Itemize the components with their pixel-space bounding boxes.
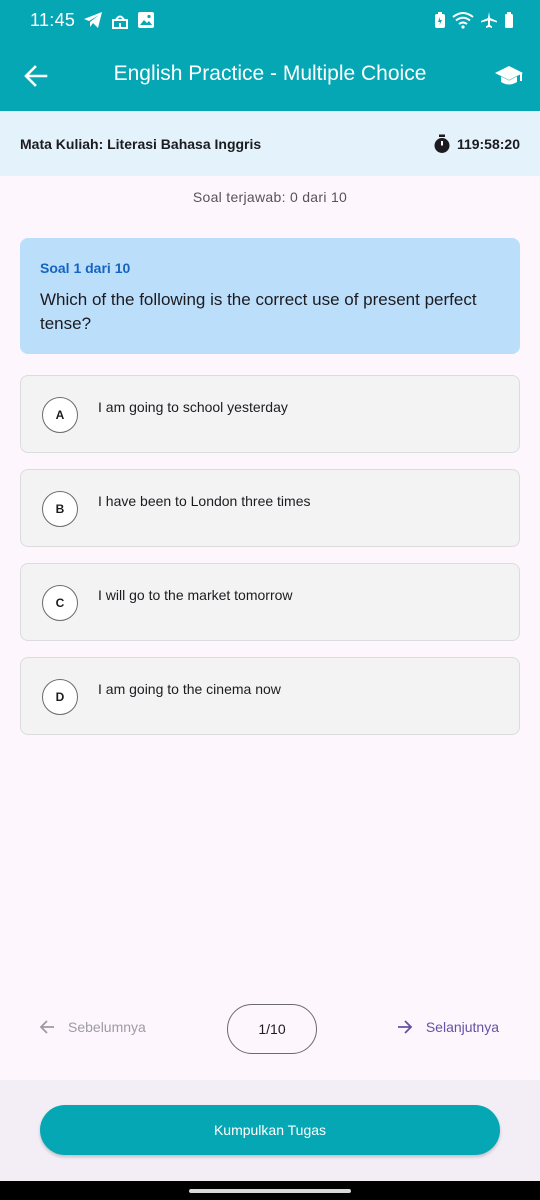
- question-card: Soal 1 dari 10 Which of the following is…: [20, 238, 520, 354]
- status-left: 11:45: [30, 10, 155, 31]
- option-a[interactable]: A I am going to school yesterday: [20, 375, 520, 453]
- countdown-timer: 119:58:20: [433, 134, 520, 154]
- answered-count: Soal terjawab: 0 dari 10: [192, 189, 348, 205]
- next-button[interactable]: Selanjutnya: [396, 1018, 499, 1036]
- question-number: Soal 1 dari 10: [40, 260, 131, 276]
- battery-saver-icon: [434, 11, 446, 29]
- option-b[interactable]: B I have been to London three times: [20, 469, 520, 547]
- option-c[interactable]: C I will go to the market tomorrow: [20, 563, 520, 641]
- option-d[interactable]: D I am going to the cinema now: [20, 657, 520, 735]
- telegram-icon: [83, 11, 103, 29]
- option-letter: D: [42, 679, 78, 715]
- option-letter: A: [42, 397, 78, 433]
- app-bar: English Practice - Multiple Choice: [0, 40, 540, 111]
- next-label: Selanjutnya: [425, 1019, 499, 1035]
- system-nav-bar: [0, 1181, 540, 1200]
- option-letter: B: [42, 491, 78, 527]
- option-text: I have been to London three times: [98, 493, 311, 509]
- course-name: Mata Kuliah: Literasi Bahasa Inggris: [20, 135, 262, 152]
- airplane-icon: [480, 11, 498, 29]
- image-icon: [137, 11, 155, 29]
- option-text: I am going to the cinema now: [98, 681, 281, 697]
- submit-button[interactable]: Kumpulkan Tugas: [40, 1105, 500, 1155]
- graduation-cap-icon: [495, 66, 523, 85]
- wifi-icon: [452, 11, 474, 29]
- timer-value: 119:58:20: [456, 135, 520, 152]
- battery-icon: [504, 11, 514, 29]
- page-title: English Practice - Multiple Choice: [113, 62, 427, 85]
- status-right: [434, 11, 514, 29]
- status-bar: 11:45: [0, 0, 540, 40]
- status-time: 11:45: [30, 9, 76, 30]
- option-letter: C: [42, 585, 78, 621]
- option-text: I am going to school yesterday: [98, 399, 288, 415]
- course-info-bar: Mata Kuliah: Literasi Bahasa Inggris 119…: [0, 111, 540, 176]
- stopwatch-icon: [434, 134, 450, 153]
- previous-label: Sebelumnya: [68, 1019, 146, 1035]
- question-text: Which of the following is the correct us…: [40, 290, 477, 333]
- gesture-handle[interactable]: [189, 1189, 351, 1193]
- page-indicator[interactable]: 1/10: [227, 1004, 317, 1054]
- arrow-left-icon: [39, 1020, 54, 1034]
- arrow-right-icon: [397, 1020, 413, 1034]
- graduation-cap-button[interactable]: [494, 62, 524, 90]
- previous-button[interactable]: Sebelumnya: [38, 1018, 146, 1036]
- option-text: I will go to the market tomorrow: [98, 587, 293, 603]
- mosque-icon: [111, 11, 129, 29]
